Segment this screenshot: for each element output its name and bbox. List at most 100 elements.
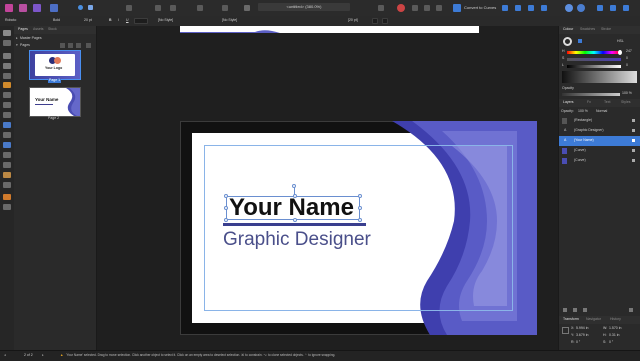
resize-handle-tr[interactable] xyxy=(358,194,362,198)
tab-layers[interactable]: Layers xyxy=(563,100,574,105)
blend-mode-select[interactable]: Normal xyxy=(596,109,607,114)
convert-to-curves-label[interactable]: Convert to Curves xyxy=(464,6,496,10)
transparency-tool-icon[interactable] xyxy=(3,162,11,168)
color-model-select[interactable]: HSL xyxy=(617,39,624,44)
picture-frame-tool-icon[interactable] xyxy=(3,142,11,148)
tab-swatches[interactable]: Swatches xyxy=(580,27,595,32)
underline-icon[interactable]: U xyxy=(126,18,129,23)
l-value[interactable]: 0 xyxy=(626,63,628,68)
align-left-icon[interactable] xyxy=(502,5,508,11)
artistic-text-tool-icon[interactable] xyxy=(3,152,11,158)
prev-page-icon[interactable]: ◂ xyxy=(4,353,6,358)
pencil-tool-icon[interactable] xyxy=(3,82,11,88)
resize-handle-mr[interactable] xyxy=(358,206,362,210)
opacity-value[interactable]: 100 % xyxy=(622,91,632,96)
document-title-zoom[interactable]: <untitled> (380.0%) xyxy=(258,3,350,11)
align-icon[interactable] xyxy=(436,5,442,11)
rotation-handle[interactable] xyxy=(292,184,296,188)
paragraph-style-select[interactable]: [No Style] xyxy=(222,18,237,23)
size-field[interactable]: [20 pt] xyxy=(348,18,358,23)
y-field[interactable]: 3.679 in xyxy=(576,333,588,338)
view-toggle-icon[interactable] xyxy=(244,5,250,11)
layer-opacity-value[interactable]: 100 % xyxy=(578,109,588,114)
delete-layer-icon[interactable] xyxy=(629,308,633,312)
tab-pages[interactable]: Pages xyxy=(18,27,28,32)
pen-tool-icon[interactable] xyxy=(3,73,11,79)
order-front-icon[interactable] xyxy=(597,5,603,11)
h-value[interactable]: 247 xyxy=(626,49,632,54)
master-pages-chevron-icon[interactable]: ▸ xyxy=(16,36,18,41)
saturation-slider[interactable] xyxy=(567,58,621,61)
page-2-label[interactable]: Page 2 xyxy=(48,116,59,121)
settings-icon[interactable] xyxy=(88,5,93,10)
pages-chevron-icon[interactable]: ▾ xyxy=(16,43,18,48)
lightness-slider[interactable] xyxy=(567,65,621,68)
layer-visibility-icon[interactable] xyxy=(632,159,635,162)
arrange-icon[interactable] xyxy=(412,5,418,11)
grid-icon[interactable] xyxy=(197,5,203,11)
bold-icon[interactable]: B xyxy=(109,18,112,23)
resize-handle-bl[interactable] xyxy=(224,218,228,222)
character-style-select[interactable]: [No Style] xyxy=(158,18,173,23)
text-frame-icon[interactable] xyxy=(222,5,228,11)
tab-stroke[interactable]: Stroke xyxy=(601,27,611,32)
tab-navigator[interactable]: Navigator xyxy=(586,317,601,322)
mask-icon[interactable] xyxy=(583,308,587,312)
hue-slider-thumb[interactable] xyxy=(618,50,622,55)
font-family-select[interactable]: Roboto xyxy=(5,18,16,23)
node-tool-icon[interactable] xyxy=(3,40,11,46)
document-canvas[interactable]: Your Name Graphic Designer xyxy=(97,26,558,350)
move-tool-icon[interactable] xyxy=(3,30,11,36)
align-center-icon[interactable] xyxy=(515,5,521,11)
layer-row-selected[interactable]: A (Your Name) xyxy=(559,136,640,146)
snapping-icon[interactable] xyxy=(126,5,132,11)
distribute-icon[interactable] xyxy=(541,5,547,11)
pin-icon[interactable] xyxy=(378,5,384,11)
record-icon[interactable] xyxy=(397,4,405,12)
persona-publisher-icon[interactable] xyxy=(50,4,58,12)
hand-tool-icon[interactable] xyxy=(3,182,11,188)
transform-icon[interactable] xyxy=(623,5,629,11)
s-field[interactable]: 0 ° xyxy=(609,340,613,345)
italic-icon[interactable]: I xyxy=(118,18,119,23)
fill-stroke-swatch-icon[interactable] xyxy=(563,37,572,46)
convert-to-curves-icon[interactable] xyxy=(453,4,461,12)
resize-handle-ml[interactable] xyxy=(224,206,228,210)
view-mode-icon[interactable] xyxy=(170,5,176,11)
align-right-icon[interactable] xyxy=(528,5,534,11)
justify-text-icon[interactable] xyxy=(382,18,388,24)
rectangle-tool-icon[interactable] xyxy=(3,102,11,108)
pages-section-label[interactable]: Pages xyxy=(20,43,30,48)
fill-tool-icon[interactable] xyxy=(3,92,11,98)
page-thumbnail-1[interactable]: Your Logo xyxy=(29,50,81,80)
resize-handle-tl[interactable] xyxy=(224,194,228,198)
persona-photo-icon[interactable] xyxy=(33,4,41,12)
zoom-tool-icon[interactable] xyxy=(3,204,11,210)
name-underline[interactable] xyxy=(223,223,366,226)
tab-colour[interactable]: Colour xyxy=(563,27,573,32)
text-color-swatch[interactable] xyxy=(134,18,148,24)
layer-row[interactable]: (Curve) xyxy=(559,156,640,166)
card-name-text[interactable]: Your Name xyxy=(229,195,354,221)
x-field[interactable]: 5.994 in xyxy=(576,326,588,331)
preview-icon[interactable] xyxy=(155,5,161,11)
layer-visibility-icon[interactable] xyxy=(632,119,635,122)
h-field[interactable]: 0.31 in xyxy=(609,333,620,338)
boolean-icon[interactable] xyxy=(424,5,430,11)
page-1-label[interactable]: Page 1 xyxy=(48,78,62,83)
crop-tool-icon[interactable] xyxy=(3,63,11,69)
r-field[interactable]: 0 ° xyxy=(576,340,580,345)
layer-row[interactable]: A (Graphic Designer) xyxy=(559,126,640,136)
shape-tool-icon[interactable] xyxy=(3,122,11,128)
w-field[interactable]: 1.570 in xyxy=(609,326,621,331)
layer-visibility-icon[interactable] xyxy=(632,149,635,152)
resize-handle-br[interactable] xyxy=(358,218,362,222)
tab-history[interactable]: History xyxy=(610,317,621,322)
next-page-icon[interactable]: ▸ xyxy=(42,353,44,358)
assistant-icon[interactable] xyxy=(565,4,573,12)
add-layer-icon[interactable] xyxy=(563,308,567,312)
anchor-point-selector[interactable] xyxy=(562,327,569,334)
add-fx-icon[interactable] xyxy=(573,308,577,312)
tab-assets[interactable]: Assets xyxy=(33,27,44,32)
eyedropper-icon[interactable] xyxy=(578,39,582,43)
